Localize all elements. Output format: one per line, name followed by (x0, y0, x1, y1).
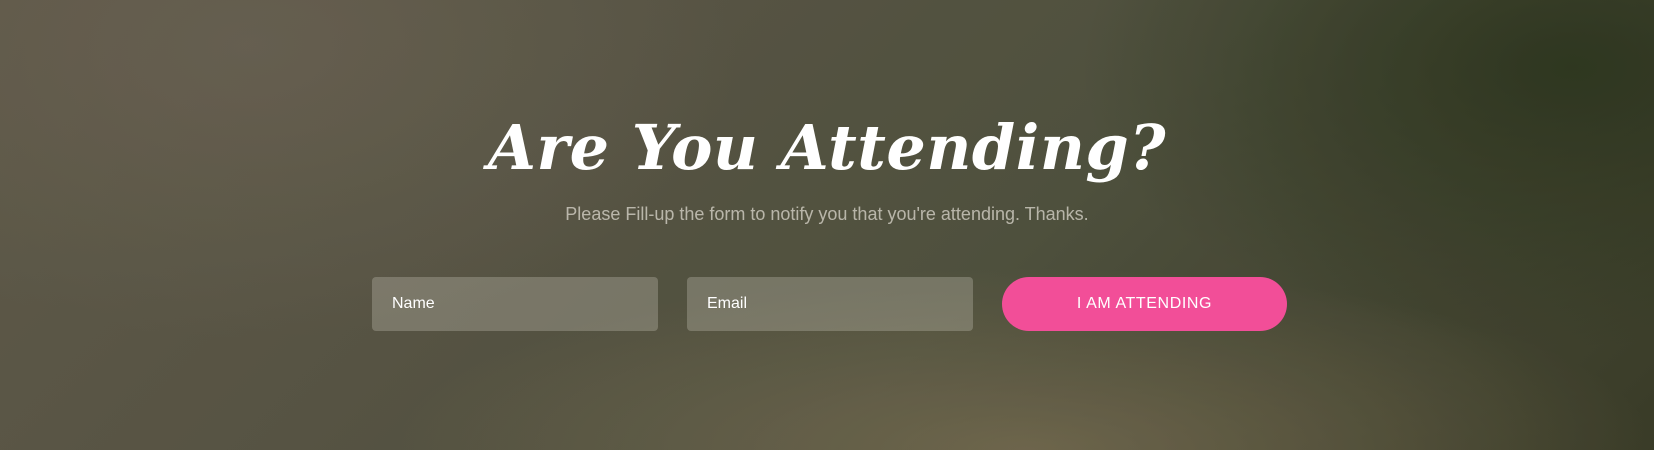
rsvp-subtitle: Please Fill-up the form to notify you th… (565, 204, 1089, 224)
rsvp-title: Are You Attending? (487, 111, 1167, 184)
email-input[interactable] (687, 277, 973, 331)
rsvp-section: Are You Attending? Please Fill-up the fo… (0, 0, 1654, 450)
name-input[interactable] (372, 277, 658, 331)
attending-button[interactable]: I AM ATTENDING (1002, 277, 1287, 331)
